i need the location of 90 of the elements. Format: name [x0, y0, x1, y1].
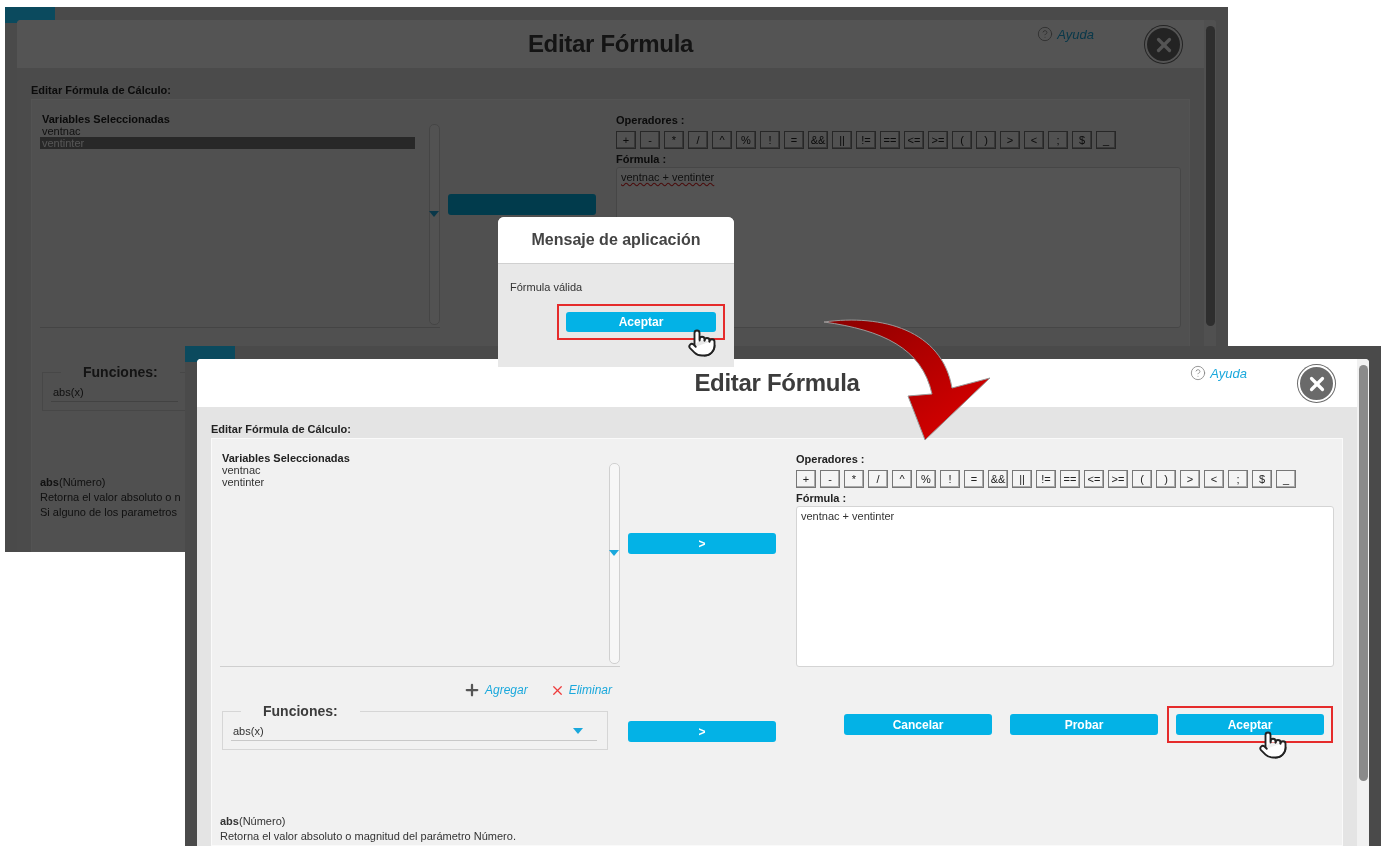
operator-button[interactable]: == — [1060, 470, 1080, 488]
operator-button[interactable]: != — [856, 131, 876, 149]
help-link[interactable]: Ayuda — [1037, 26, 1094, 42]
operator-button[interactable]: ! — [760, 131, 780, 149]
variable-item[interactable]: ventnac — [220, 464, 595, 476]
operator-button[interactable]: ; — [1048, 131, 1068, 149]
description-text: Retorna el valor absoluto o magnitud del parámetro Número. — [220, 830, 516, 842]
operator-button[interactable]: = — [964, 470, 984, 488]
operator-button[interactable]: < — [1024, 131, 1044, 149]
section-label: Editar Fórmula de Cálculo: — [31, 84, 172, 96]
operator-button[interactable]: % — [736, 131, 756, 149]
variable-item[interactable]: ventnac — [40, 125, 415, 137]
operator-button[interactable]: % — [916, 470, 936, 488]
move-button[interactable] — [448, 194, 596, 215]
operator-button[interactable]: - — [820, 470, 840, 488]
operator-button[interactable]: ^ — [892, 470, 912, 488]
function-select[interactable]: abs(x) — [51, 384, 178, 402]
scrollbar-thumb[interactable] — [1205, 26, 1215, 326]
description-text: Si alguno de los parametros — [40, 506, 177, 518]
hand-cursor-icon — [1258, 730, 1289, 760]
operator-button[interactable]: + — [616, 131, 636, 149]
operators-label: Operadores : — [796, 453, 866, 465]
operator-button[interactable]: ^ — [712, 131, 732, 149]
formula-label: Fórmula : — [616, 153, 668, 165]
formula-label: Fórmula : — [796, 492, 848, 504]
functions-legend: Funciones: — [241, 703, 360, 719]
add-link[interactable]: Agregar — [462, 681, 528, 699]
operators-label: Operadores : — [616, 114, 686, 126]
operator-button[interactable]: && — [988, 470, 1008, 488]
list-header: Variables Seleccionadas — [221, 452, 351, 464]
dialog-button[interactable]: Aceptar — [1176, 714, 1324, 735]
scrollbar[interactable] — [429, 124, 440, 325]
operator-button[interactable]: <= — [904, 131, 924, 149]
operator-button[interactable]: > — [1180, 470, 1200, 488]
dialog-button[interactable]: Cancelar — [844, 714, 992, 735]
operator-button[interactable]: <= — [1084, 470, 1104, 488]
list-header: Variables Seleccionadas — [41, 113, 171, 125]
description-text: abs(Número) — [220, 815, 286, 827]
operator-button[interactable]: $ — [1072, 131, 1092, 149]
help-icon — [1190, 365, 1207, 381]
operator-button[interactable]: ) — [976, 131, 996, 149]
close-button[interactable] — [1145, 26, 1182, 63]
hand-cursor-icon — [686, 328, 717, 358]
operator-button[interactable]: + — [796, 470, 816, 488]
operator-button[interactable]: ! — [940, 470, 960, 488]
description-text: Retorna el valor absoluto o n — [40, 491, 181, 503]
operator-button[interactable]: _ — [1096, 131, 1116, 149]
operator-button[interactable]: = — [784, 131, 804, 149]
header-block — [185, 346, 235, 362]
operator-button[interactable]: _ — [1276, 470, 1296, 488]
operator-button[interactable]: < — [1204, 470, 1224, 488]
operator-button[interactable]: && — [808, 131, 828, 149]
help-icon — [1037, 26, 1054, 42]
caret-icon — [573, 728, 583, 734]
window-title: Editar Fórmula — [527, 30, 694, 58]
move-button[interactable]: > — [628, 533, 776, 554]
operator-button[interactable]: != — [1036, 470, 1056, 488]
operator-button[interactable]: || — [1012, 470, 1032, 488]
scrollbar-thumb[interactable] — [1358, 365, 1368, 781]
operator-button[interactable]: / — [688, 131, 708, 149]
operator-button[interactable]: == — [880, 131, 900, 149]
dialog-title: Mensaje de aplicación — [498, 217, 734, 264]
help-link[interactable]: Ayuda — [1190, 365, 1247, 381]
operator-button[interactable]: ( — [952, 131, 972, 149]
function-select[interactable]: abs(x) — [231, 723, 597, 741]
section-label: Editar Fórmula de Cálculo: — [211, 423, 352, 435]
operator-button[interactable]: * — [844, 470, 864, 488]
operator-button[interactable]: $ — [1252, 470, 1272, 488]
operator-button[interactable]: ; — [1228, 470, 1248, 488]
window-title: Editar Fórmula — [694, 369, 860, 397]
operator-button[interactable]: * — [664, 131, 684, 149]
dialog-message: Fórmula válida — [509, 280, 584, 293]
operator-button[interactable]: >= — [1108, 470, 1128, 488]
operator-button[interactable]: >= — [928, 131, 948, 149]
close-button[interactable] — [1298, 365, 1335, 402]
functions-legend: Funciones: — [61, 364, 180, 380]
accept-button[interactable]: Aceptar — [566, 312, 716, 332]
operator-button[interactable]: / — [868, 470, 888, 488]
remove-link[interactable]: Eliminar — [549, 681, 612, 699]
description-text: abs(Número) — [40, 476, 106, 488]
operator-button[interactable]: - — [640, 131, 660, 149]
dialog-button[interactable]: Probar — [1010, 714, 1158, 735]
operator-button[interactable]: ( — [1132, 470, 1152, 488]
insert-button[interactable]: > — [628, 721, 776, 742]
formula-field[interactable]: ventnac + ventinter — [796, 506, 1334, 667]
variable-item[interactable]: ventinter — [220, 476, 595, 488]
operator-button[interactable]: ) — [1156, 470, 1176, 488]
operator-button[interactable]: > — [1000, 131, 1020, 149]
scrollbar[interactable] — [609, 463, 620, 664]
operator-button[interactable]: || — [832, 131, 852, 149]
